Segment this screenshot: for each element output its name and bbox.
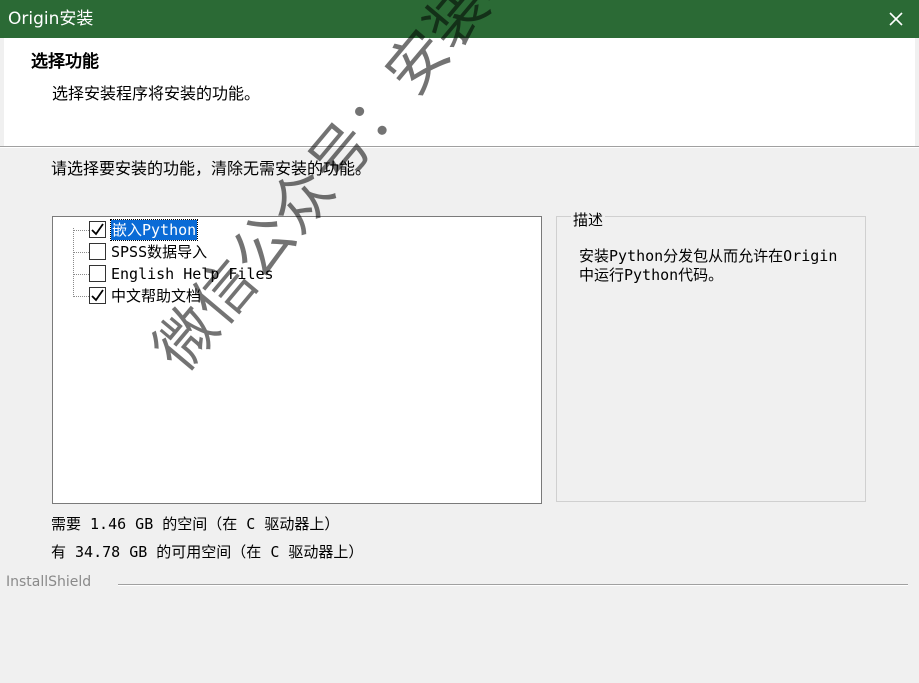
instruction-text: 请选择要安装的功能，清除无需安装的功能。	[51, 159, 372, 178]
feature-label-english-help: English Help Files	[111, 265, 274, 283]
footer-divider	[118, 584, 908, 586]
page-title: 选择功能	[31, 52, 99, 72]
tree-dots	[73, 252, 89, 253]
header-divider	[0, 146, 919, 148]
feature-checkbox-spss[interactable]	[89, 243, 106, 260]
feature-item-spss[interactable]: SPSS数据导入	[53, 241, 533, 263]
feature-label-python: 嵌入Python	[109, 219, 199, 241]
window-title: Origin安装	[8, 9, 94, 29]
feature-item-chinese-help[interactable]: 中文帮助文档	[53, 285, 533, 307]
feature-checkbox-python[interactable]	[89, 221, 106, 238]
checkmark-icon	[91, 289, 104, 302]
feature-label-chinese-help: 中文帮助文档	[111, 287, 202, 305]
feature-item-english-help[interactable]: English Help Files	[53, 263, 533, 285]
feature-checkbox-chinese-help[interactable]	[89, 287, 106, 304]
description-title: 描述	[571, 209, 606, 230]
title-bar[interactable]: Origin安装	[0, 0, 919, 38]
checkmark-icon	[91, 223, 104, 236]
installer-window: Origin安装 选择功能 选择安装程序将安装的功能。 请选择要安装的功能，清除…	[0, 0, 919, 683]
feature-checkbox-english-help[interactable]	[89, 265, 106, 282]
feature-label-spss: SPSS数据导入	[111, 243, 208, 261]
feature-tree[interactable]: 嵌入Python SPSS数据导入 English Help Files 中文帮…	[52, 216, 542, 504]
tree-dots	[73, 274, 89, 275]
tree-dots	[73, 296, 89, 297]
space-required-text: 需要 1.46 GB 的空间（在 C 驱动器上）	[51, 515, 340, 533]
page-subtitle: 选择安装程序将安装的功能。	[52, 84, 261, 103]
close-icon	[889, 12, 903, 26]
header-panel: 选择功能 选择安装程序将安装的功能。	[4, 38, 915, 146]
space-available-text: 有 34.78 GB 的可用空间（在 C 驱动器上）	[51, 543, 364, 561]
feature-item-python[interactable]: 嵌入Python	[53, 219, 533, 241]
description-text: 安装Python分发包从而允许在Origin中运行Python代码。	[579, 247, 838, 284]
close-button[interactable]	[873, 0, 919, 38]
description-group: 描述 安装Python分发包从而允许在Origin中运行Python代码。	[556, 209, 866, 502]
tree-dots	[73, 230, 89, 231]
installshield-brand: InstallShield	[6, 574, 92, 590]
